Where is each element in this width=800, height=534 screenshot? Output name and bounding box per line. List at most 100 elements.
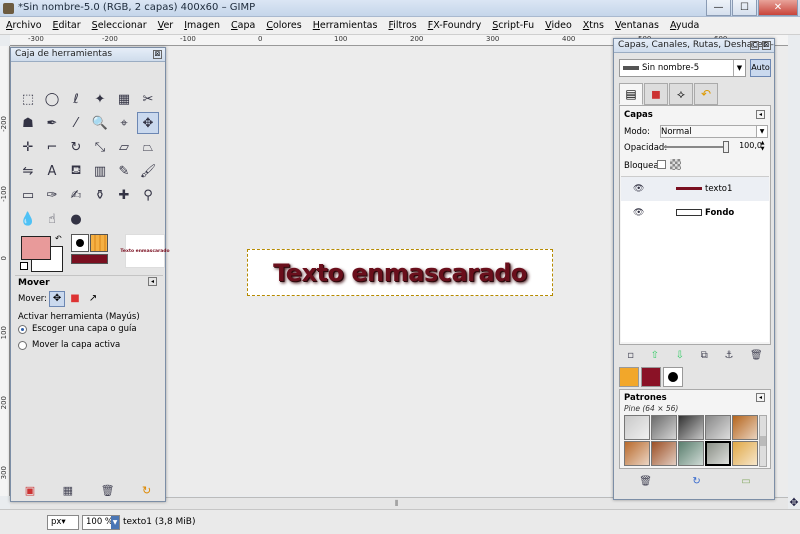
reset-colors-icon[interactable]: [20, 262, 28, 270]
tool-options-menu-icon[interactable]: ◂: [148, 277, 157, 286]
gradient-preview[interactable]: [71, 254, 108, 264]
pattern-swatch[interactable]: [732, 441, 758, 466]
blend-icon[interactable]: ▥: [89, 160, 111, 182]
opacity-slider-handle[interactable]: [723, 141, 729, 153]
delete-pattern-icon[interactable]: 🗑: [639, 476, 652, 487]
dodge-burn-icon[interactable]: ●: [65, 208, 87, 230]
foreground-select-icon[interactable]: ☗: [17, 112, 39, 134]
radio-icon[interactable]: [18, 340, 27, 350]
menu-editar[interactable]: Editar: [53, 20, 81, 31]
mode-select[interactable]: Normal ▼: [660, 125, 768, 138]
tab-gradients[interactable]: [641, 367, 661, 387]
zoom-icon[interactable]: 🔍: [89, 112, 111, 134]
align-icon[interactable]: ✛: [17, 136, 39, 158]
move-icon[interactable]: ✥: [137, 112, 159, 134]
menu-ventanas[interactable]: Ventanas: [615, 20, 659, 31]
crop-icon[interactable]: ⌐: [41, 136, 63, 158]
tab-paths[interactable]: ⟡: [669, 83, 693, 105]
menu-xtns[interactable]: Xtns: [583, 20, 604, 31]
vertical-ruler[interactable]: -200 -100 0 100 200 300: [0, 46, 10, 496]
active-image-thumbnail[interactable]: Texto enmascarado: [120, 234, 170, 268]
delete-layer-icon[interactable]: 🗑: [750, 350, 763, 361]
lock-pixels-checkbox[interactable]: [657, 160, 666, 169]
delete-options-icon[interactable]: 🗑: [101, 484, 115, 497]
move-path-icon[interactable]: ↗: [85, 291, 101, 307]
opacity-slider[interactable]: [663, 146, 727, 148]
color-picker-icon[interactable]: ⁄: [65, 112, 87, 134]
perspective-icon[interactable]: ⏢: [137, 136, 159, 158]
pattern-swatch[interactable]: [624, 441, 650, 466]
opacity-value[interactable]: 100,0: [732, 141, 762, 153]
lock-alpha-icon[interactable]: [670, 159, 681, 170]
menu-ayuda[interactable]: Ayuda: [670, 20, 699, 31]
close-icon[interactable]: ⊠: [762, 41, 771, 50]
scissors-icon[interactable]: ✂: [137, 88, 159, 110]
pattern-swatch[interactable]: [705, 415, 731, 440]
smudge-icon[interactable]: ☝: [41, 208, 63, 230]
shear-icon[interactable]: ▱: [113, 136, 135, 158]
minimize-button[interactable]: —: [706, 0, 731, 16]
layers-menu-icon[interactable]: ◂: [756, 110, 765, 119]
menu-capa[interactable]: Capa: [231, 20, 255, 31]
masked-text-layer[interactable]: Texto enmascarado: [273, 259, 527, 287]
restore-options-icon[interactable]: ▦: [63, 484, 73, 497]
foreground-color-swatch[interactable]: [21, 236, 51, 260]
raise-layer-icon[interactable]: ⇧: [651, 350, 659, 361]
menu-imagen[interactable]: Imagen: [184, 20, 220, 31]
duplicate-layer-icon[interactable]: ⧉: [701, 350, 708, 361]
menu-script-fu[interactable]: Script-Fu: [492, 20, 534, 31]
patterns-menu-icon[interactable]: ◂: [756, 393, 765, 402]
move-layer-icon[interactable]: ✥: [49, 291, 66, 307]
rect-select-icon[interactable]: ⬚: [17, 88, 39, 110]
unit-select[interactable]: px▾: [47, 515, 79, 530]
layers-dock-titlebar[interactable]: Capas, Canales, Rutas, Deshacer – □ ⊠: [614, 39, 774, 53]
rotate-icon[interactable]: ↻: [65, 136, 87, 158]
maximize-button[interactable]: ☐: [732, 0, 757, 16]
new-layer-icon[interactable]: ▫: [627, 350, 634, 361]
image-selector[interactable]: Sin nombre-5 ▼: [619, 59, 746, 77]
heal-icon[interactable]: ✚: [113, 184, 135, 206]
patterns-scrollbar[interactable]: [759, 415, 767, 467]
blur-icon[interactable]: 💧: [17, 208, 39, 230]
pattern-swatch[interactable]: [624, 415, 650, 440]
open-pattern-folder-icon[interactable]: ▭: [741, 476, 750, 487]
fuzzy-select-icon[interactable]: ✦: [89, 88, 111, 110]
fg-bg-colors[interactable]: ↶: [19, 234, 65, 272]
menu-ver[interactable]: Ver: [158, 20, 174, 31]
paintbrush-icon[interactable]: 🖌: [137, 160, 159, 182]
chevron-down-icon[interactable]: ▼: [111, 516, 119, 529]
save-options-icon[interactable]: ▣: [25, 484, 35, 497]
paths-icon[interactable]: ✒: [41, 112, 63, 134]
anchor-layer-icon[interactable]: ⚓: [724, 350, 733, 361]
pencil-icon[interactable]: ✎: [113, 160, 135, 182]
lower-layer-icon[interactable]: ⇩: [676, 350, 684, 361]
chevron-down-icon[interactable]: ▼: [733, 60, 745, 76]
flip-icon[interactable]: ⇋: [17, 160, 39, 182]
pattern-swatch[interactable]: [732, 415, 758, 440]
pattern-swatch[interactable]: [651, 441, 677, 466]
scale-icon[interactable]: ⤡: [89, 136, 111, 158]
layer-row[interactable]: 👁 texto1: [621, 177, 769, 201]
brush-preview[interactable]: [71, 234, 89, 252]
airbrush-icon[interactable]: ✑: [41, 184, 63, 206]
navigate-icon[interactable]: ✥: [788, 496, 800, 509]
close-icon[interactable]: ⊠: [153, 50, 162, 59]
tab-channels[interactable]: ◼: [644, 83, 668, 105]
bucket-fill-icon[interactable]: ⛾: [65, 160, 87, 182]
radio-icon[interactable]: [18, 324, 27, 334]
close-button[interactable]: ✕: [758, 0, 798, 16]
menu-archivo[interactable]: Archivo: [6, 20, 42, 31]
select-by-color-icon[interactable]: ▦: [113, 88, 135, 110]
swap-colors-icon[interactable]: ↶: [55, 234, 62, 243]
visibility-eye-icon[interactable]: 👁: [633, 184, 644, 194]
maximize-icon[interactable]: □: [750, 41, 759, 50]
tab-undo[interactable]: ↶: [694, 83, 718, 105]
menu-filtros[interactable]: Filtros: [388, 20, 416, 31]
opacity-spinner-icon[interactable]: ▲ ▼: [759, 140, 766, 152]
pattern-swatch[interactable]: [705, 441, 731, 466]
menu-fx-foundry[interactable]: FX-Foundry: [428, 20, 481, 31]
menu-colores[interactable]: Colores: [266, 20, 301, 31]
visibility-eye-icon[interactable]: 👁: [633, 208, 644, 218]
ellipse-select-icon[interactable]: ◯: [41, 88, 63, 110]
menu-seleccionar[interactable]: Seleccionar: [92, 20, 147, 31]
